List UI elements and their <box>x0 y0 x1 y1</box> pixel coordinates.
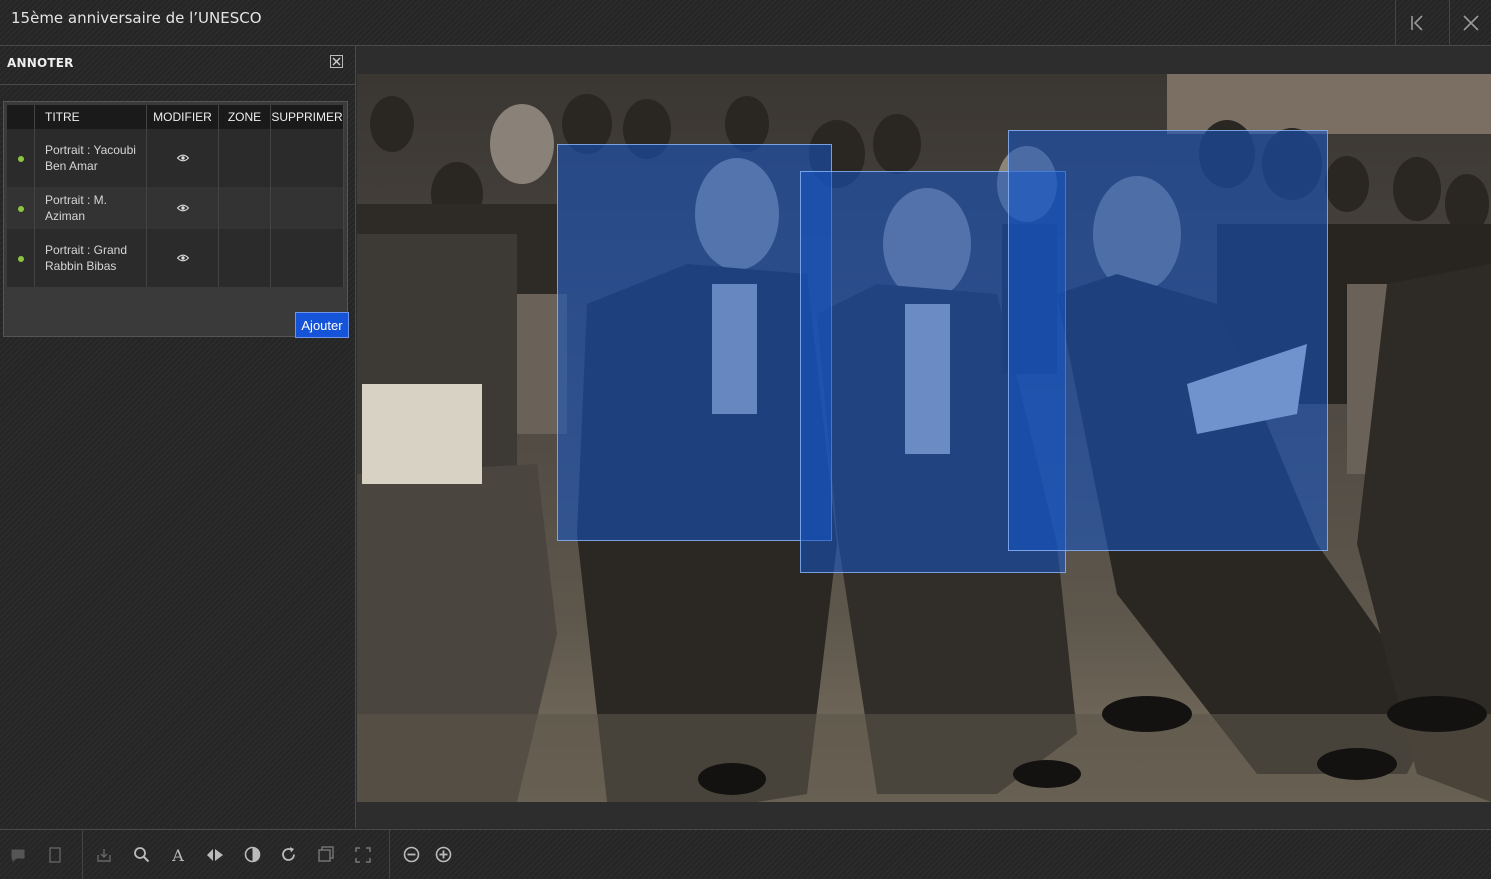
fullscreen-button[interactable] <box>348 830 378 879</box>
annotation-title: Portrait : M. Aziman <box>34 187 147 229</box>
zone-cell[interactable] <box>218 129 271 187</box>
zone-cell[interactable] <box>218 229 271 287</box>
bottom-toolbar: A <box>0 829 1491 879</box>
rotate-button[interactable] <box>273 830 303 879</box>
fullscreen-icon <box>355 846 371 863</box>
svg-text:A: A <box>171 847 184 863</box>
status-dot-icon <box>17 156 24 162</box>
column-header-titre: TITRE <box>34 105 147 129</box>
contrast-icon <box>244 846 260 863</box>
panel-header: ANNOTER <box>0 46 355 85</box>
status-cell <box>7 129 35 187</box>
comment-icon <box>11 849 25 862</box>
eye-icon <box>176 154 189 162</box>
panel-title: ANNOTER <box>7 56 74 70</box>
page-icon <box>49 846 61 863</box>
contrast-button[interactable] <box>237 830 267 879</box>
table-row: Portrait : Yacoubi Ben Amar <box>7 129 344 187</box>
table-header-row: TITRE MODIFIER ZONE SUPPRIMER <box>7 105 344 129</box>
table-row: Portrait : Grand Rabbin Bibas <box>7 229 344 287</box>
photograph[interactable] <box>357 74 1491 802</box>
title-bar: 15ème anniversaire de l’UNESCO <box>0 0 1491 46</box>
annotation-table: TITRE MODIFIER ZONE SUPPRIMER Portrait :… <box>3 101 348 337</box>
comment-button[interactable] <box>3 830 33 879</box>
delete-cell[interactable] <box>270 187 344 229</box>
column-header-supprimer: SUPPRIMER <box>270 105 344 129</box>
column-header-zone: ZONE <box>218 105 271 129</box>
skip-first-icon <box>1411 14 1423 31</box>
edit-button[interactable] <box>146 129 219 187</box>
zone-cell[interactable] <box>218 187 271 229</box>
edit-button[interactable] <box>146 187 219 229</box>
zoom-in-icon <box>435 846 451 863</box>
status-column-header <box>7 105 35 129</box>
image-viewer <box>356 46 1491 828</box>
add-annotation-button[interactable]: Ajouter <box>295 312 349 338</box>
annotation-panel: ANNOTER TITRE MODIFIER ZONE SUPPRIMER Po… <box>0 46 356 828</box>
toolbar-separator <box>82 830 83 879</box>
zoom-out-icon <box>403 846 419 863</box>
text-button[interactable]: A <box>163 830 193 879</box>
status-cell <box>7 229 35 287</box>
search-icon <box>133 847 149 863</box>
zoom-in-button[interactable] <box>428 830 458 879</box>
adjust-button[interactable] <box>200 830 230 879</box>
delete-cell[interactable] <box>270 229 344 287</box>
panel-close-button[interactable] <box>330 55 343 68</box>
rotate-icon <box>281 847 295 861</box>
copy-button[interactable] <box>311 830 341 879</box>
toolbar-separator <box>389 830 390 879</box>
status-dot-icon <box>17 206 24 212</box>
download-icon <box>97 848 111 862</box>
search-button[interactable] <box>126 830 156 879</box>
status-cell <box>7 187 35 229</box>
eye-icon <box>176 204 189 212</box>
download-button[interactable] <box>89 830 119 879</box>
page-button[interactable] <box>40 830 70 879</box>
adjust-icon <box>207 848 223 861</box>
delete-cell[interactable] <box>270 129 344 187</box>
annotation-title: Portrait : Grand Rabbin Bibas <box>34 229 147 287</box>
window-title: 15ème anniversaire de l’UNESCO <box>11 9 262 27</box>
column-header-modifier: MODIFIER <box>146 105 219 129</box>
close-button[interactable] <box>1449 0 1491 45</box>
annotation-title: Portrait : Yacoubi Ben Amar <box>34 129 147 187</box>
eye-icon <box>176 254 189 262</box>
text-icon: A <box>171 847 184 863</box>
table-row: Portrait : M. Aziman <box>7 187 344 229</box>
close-icon <box>332 57 341 66</box>
status-dot-icon <box>17 256 24 262</box>
zoom-out-button[interactable] <box>396 830 426 879</box>
edit-button[interactable] <box>146 229 219 287</box>
copy-icon <box>317 846 334 862</box>
annotation-zone-grand-rabbin-bibas[interactable] <box>1008 130 1328 551</box>
first-page-button[interactable] <box>1395 0 1440 45</box>
annotation-zone-yacoubi-ben-amar[interactable] <box>557 144 832 541</box>
close-icon <box>1463 14 1479 31</box>
